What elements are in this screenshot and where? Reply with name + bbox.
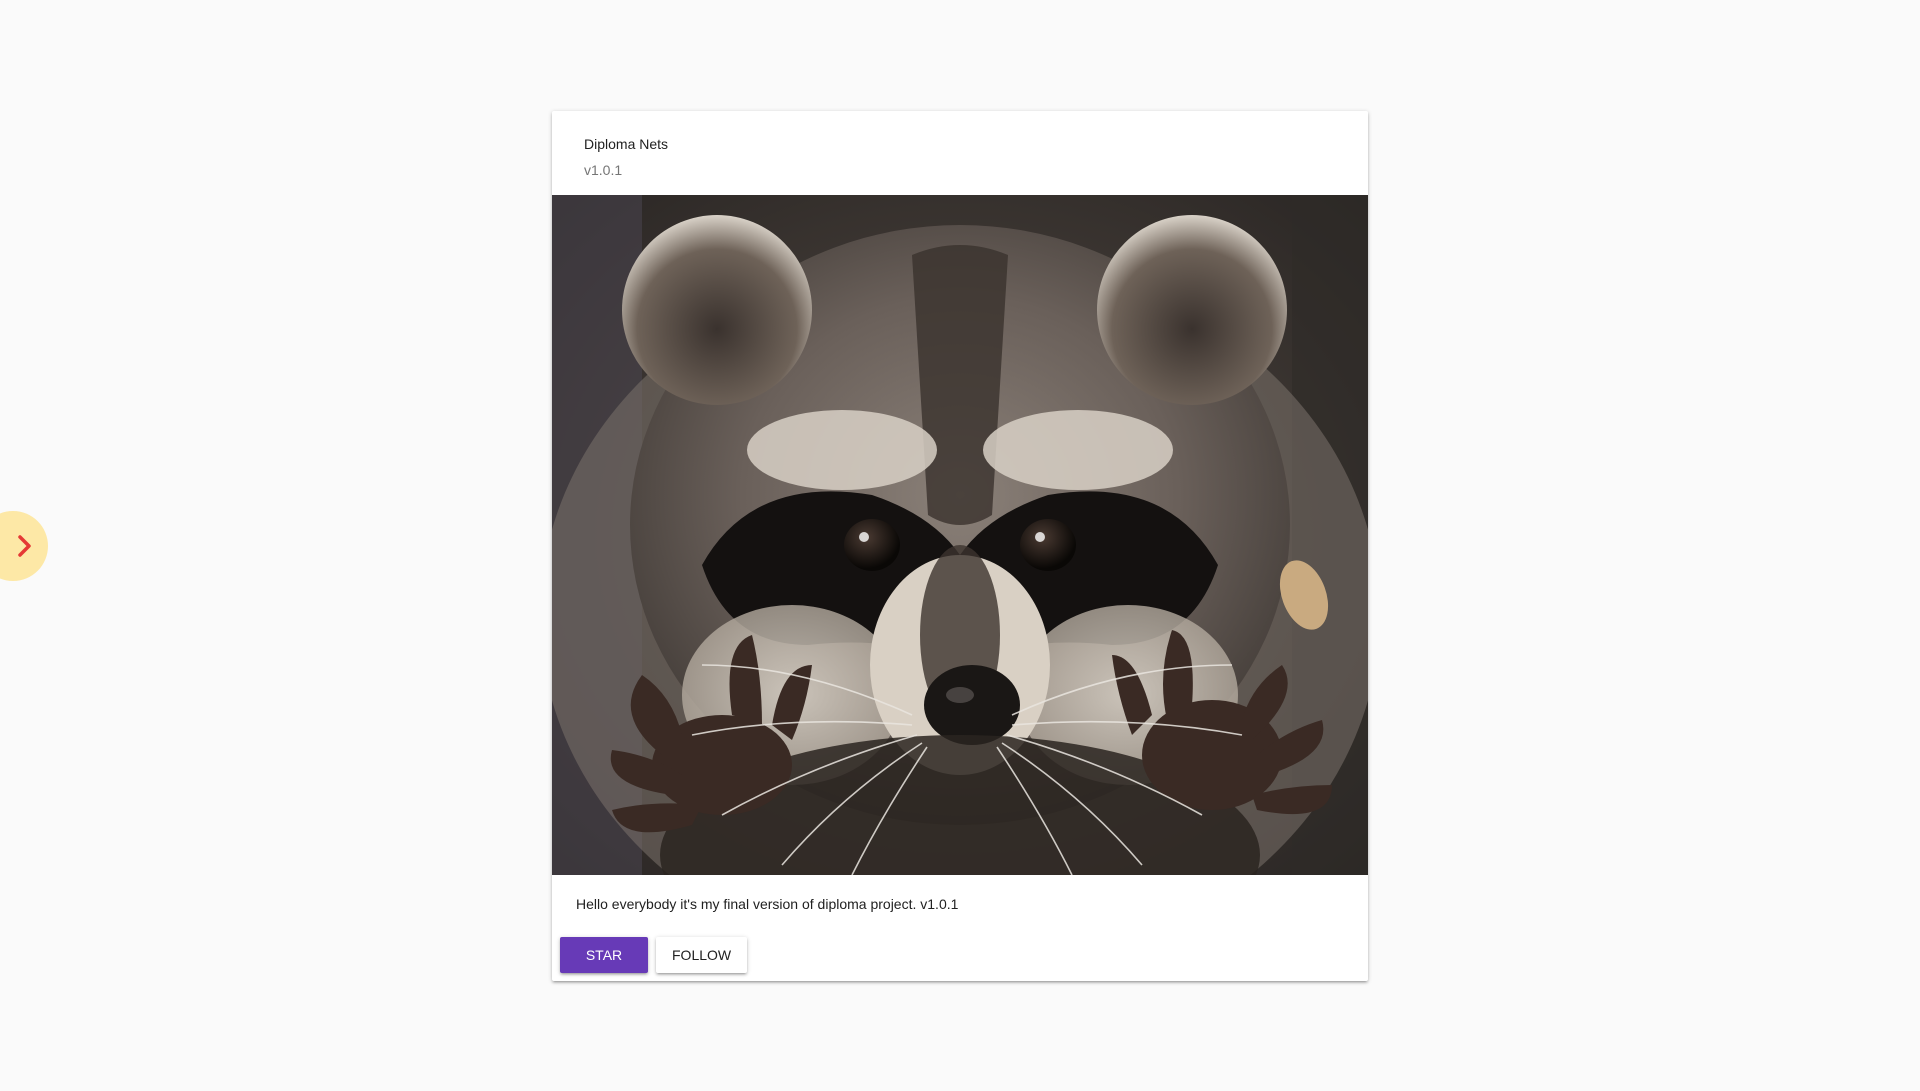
- sidebar-toggle-button[interactable]: [0, 511, 48, 581]
- page: Diploma Nets v1.0.1 Hello everybody it's…: [0, 0, 1920, 1091]
- project-card: Diploma Nets v1.0.1 Hello everybody it's…: [552, 111, 1368, 981]
- card-actions: Star Follow: [560, 937, 748, 973]
- chevron-right-icon: [16, 534, 34, 558]
- card-description: Hello everybody it's my final version of…: [576, 896, 959, 912]
- follow-button[interactable]: Follow: [656, 937, 748, 973]
- raccoon-image: [552, 195, 1368, 875]
- star-button[interactable]: Star: [560, 937, 648, 973]
- card-subtitle: v1.0.1: [584, 162, 623, 178]
- card-header: Diploma Nets v1.0.1: [552, 111, 1368, 195]
- card-title: Diploma Nets: [584, 136, 669, 152]
